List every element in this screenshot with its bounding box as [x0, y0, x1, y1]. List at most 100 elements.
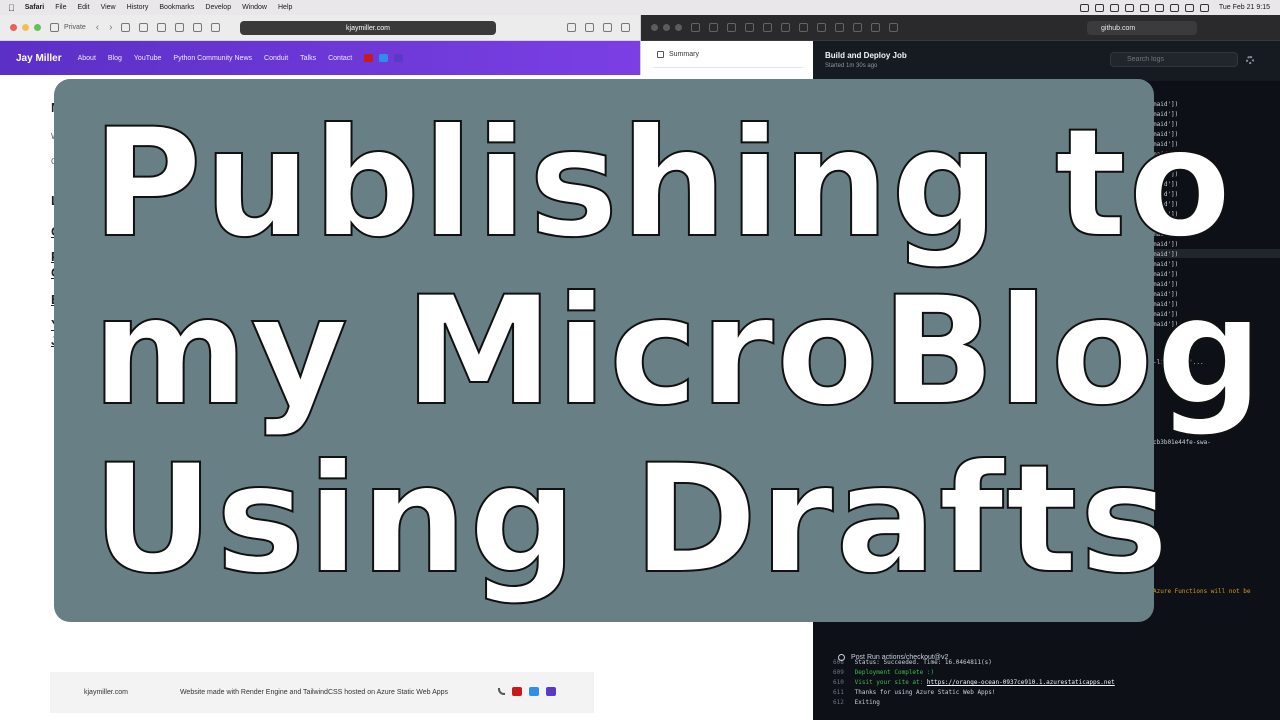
downloads-icon[interactable]: [567, 23, 576, 32]
summary-link[interactable]: Summary: [657, 51, 699, 58]
extension-icon[interactable]: [157, 23, 167, 32]
forward-button[interactable]: ›: [109, 22, 112, 33]
post-run-label: Post Run actions/checkout@v2: [851, 654, 949, 661]
menu-help[interactable]: Help: [278, 4, 292, 11]
divider: [653, 67, 803, 68]
toolbar-actions: [567, 23, 630, 32]
extension-icon[interactable]: [139, 23, 149, 32]
extension-icon[interactable]: [193, 23, 203, 32]
rss-icon[interactable]: [498, 688, 505, 695]
footer-domain[interactable]: kjaymiller.com: [84, 689, 128, 696]
extension-icon[interactable]: [763, 23, 772, 32]
log-line: 609 Deployment Complete :): [833, 669, 935, 676]
left-browser-toolbar: Private ‹ › kjaymiller.com: [0, 15, 640, 41]
minimize-window-button[interactable]: [22, 24, 29, 31]
status-icon[interactable]: [1109, 3, 1119, 12]
extension-icon[interactable]: [817, 23, 826, 32]
nav-python-community-news[interactable]: Python Community News: [173, 55, 252, 62]
menu-status-area: Tue Feb 21 9:15: [1079, 0, 1270, 15]
nav-conduit[interactable]: Conduit: [264, 55, 288, 62]
menu-app-name[interactable]: Safari: [25, 4, 44, 11]
home-icon: [657, 51, 664, 58]
post-run-step[interactable]: Post Run actions/checkout@v2: [838, 654, 948, 661]
summary-label: Summary: [669, 51, 699, 58]
close-window-button[interactable]: [651, 24, 658, 31]
menu-file[interactable]: File: [55, 4, 66, 11]
menu-develop[interactable]: Develop: [205, 4, 231, 11]
status-icon[interactable]: [1094, 3, 1104, 12]
twitter-icon[interactable]: [379, 54, 389, 62]
site-brand[interactable]: Jay Miller: [16, 53, 62, 64]
twitter-icon[interactable]: [529, 687, 539, 696]
status-icon[interactable]: [1154, 3, 1164, 12]
log-line: 610 Visit your site at: https://orange-o…: [833, 679, 1115, 686]
extension-icon[interactable]: [889, 23, 898, 32]
address-bar[interactable]: kjaymiller.com: [240, 21, 496, 35]
sidebar-toggle-icon[interactable]: [50, 23, 59, 32]
extension-icon[interactable]: [799, 23, 808, 32]
status-icon[interactable]: [1079, 3, 1089, 12]
url-text: kjaymiller.com: [346, 24, 390, 32]
youtube-icon[interactable]: [512, 687, 522, 696]
control-center-icon[interactable]: [1199, 3, 1209, 12]
minimize-window-button[interactable]: [663, 24, 670, 31]
nav-about[interactable]: About: [78, 55, 96, 62]
status-icon[interactable]: [1124, 3, 1134, 12]
extension-icon[interactable]: [871, 23, 880, 32]
footer-social-icons: [498, 687, 556, 696]
status-icon[interactable]: [1139, 3, 1149, 12]
zoom-window-button[interactable]: [675, 24, 682, 31]
log-line: 612 Exiting: [833, 699, 880, 706]
extension-icon[interactable]: [745, 23, 754, 32]
gear-icon[interactable]: [1246, 56, 1254, 64]
title-line-2: my MicroBlog: [91, 265, 1266, 439]
status-icon[interactable]: [1169, 3, 1179, 12]
zoom-window-button[interactable]: [34, 24, 41, 31]
step-status-icon: [838, 654, 845, 661]
nav-youtube[interactable]: YouTube: [134, 55, 162, 62]
nav-contact[interactable]: Contact: [328, 55, 352, 62]
menu-history[interactable]: History: [127, 4, 149, 11]
title-line-3: Using Drafts: [91, 433, 1171, 607]
extension-icon[interactable]: [853, 23, 862, 32]
apple-icon[interactable]: : [8, 3, 15, 13]
search-logs-input[interactable]: [1110, 52, 1238, 67]
linkedin-icon[interactable]: [546, 687, 556, 696]
menu-bookmarks[interactable]: Bookmarks: [159, 4, 194, 11]
url-text: github.com: [1101, 24, 1136, 32]
rss-icon[interactable]: [121, 23, 131, 32]
site-footer: kjaymiller.com Website made with Render …: [50, 672, 594, 713]
window-controls: [10, 24, 41, 31]
private-mode-label: Private: [64, 24, 86, 31]
menu-bar:  Safari File Edit View History Bookmark…: [0, 0, 1280, 15]
extension-icon[interactable]: [835, 23, 844, 32]
menu-window[interactable]: Window: [242, 4, 267, 11]
site-navbar: Jay Miller About Blog YouTube Python Com…: [0, 41, 640, 75]
share-icon[interactable]: [585, 23, 594, 32]
footer-credits: Website made with Render Engine and Tail…: [179, 689, 449, 696]
close-window-button[interactable]: [10, 24, 17, 31]
menu-edit[interactable]: Edit: [78, 4, 90, 11]
address-bar[interactable]: github.com: [1087, 21, 1197, 35]
youtube-icon[interactable]: [364, 54, 374, 62]
tab-overview-icon[interactable]: [621, 23, 630, 32]
title-card: Publishing to my MicroBlog Using Drafts: [54, 79, 1264, 622]
site-url-link[interactable]: https://orange-ocean-0937ce910.1.azurest…: [927, 679, 1115, 686]
extension-icon[interactable]: [175, 23, 185, 32]
job-title: Build and Deploy Job: [825, 51, 907, 60]
right-browser-toolbar: github.com: [641, 15, 1280, 41]
nav-blog[interactable]: Blog: [108, 55, 122, 62]
window-controls: [651, 24, 682, 31]
extension-icon[interactable]: [781, 23, 790, 32]
back-button[interactable]: [709, 23, 718, 32]
nav-talks[interactable]: Talks: [300, 55, 316, 62]
linkedin-icon[interactable]: [394, 54, 404, 62]
forward-button[interactable]: [727, 23, 736, 32]
new-tab-icon[interactable]: [603, 23, 612, 32]
sidebar-toggle-icon[interactable]: [691, 23, 700, 32]
extension-icon[interactable]: [211, 23, 221, 32]
wifi-icon[interactable]: [1184, 3, 1194, 12]
back-button[interactable]: ‹: [96, 22, 99, 33]
menu-clock[interactable]: Tue Feb 21 9:15: [1219, 4, 1270, 11]
menu-view[interactable]: View: [101, 4, 116, 11]
